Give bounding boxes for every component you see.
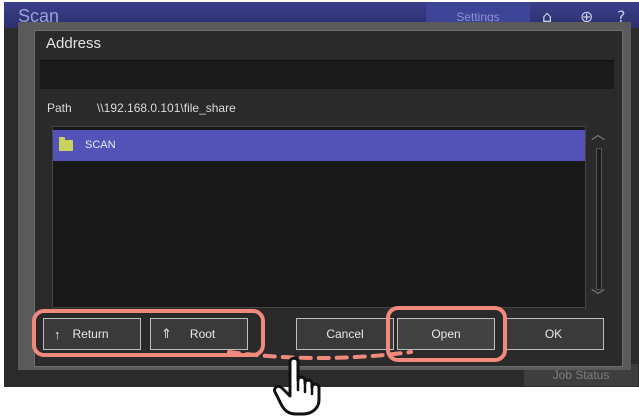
file-list: SCAN xyxy=(52,126,586,308)
cancel-button[interactable]: Cancel xyxy=(296,318,394,350)
address-input[interactable] xyxy=(40,60,614,89)
dialog-title: Address xyxy=(46,35,102,52)
file-name: SCAN xyxy=(85,139,116,151)
scroll-track[interactable] xyxy=(596,148,602,290)
chevron-down-icon[interactable]: ﹀ xyxy=(591,286,605,306)
hand-pointer-icon xyxy=(273,356,321,416)
ok-button[interactable]: OK xyxy=(503,318,604,350)
path-label: Path xyxy=(47,101,72,115)
chevron-up-icon[interactable]: ︿ xyxy=(591,124,605,144)
list-item[interactable]: SCAN xyxy=(53,130,585,161)
path-value: \\192.168.0.101\file_share xyxy=(97,101,236,115)
scrollbar[interactable]: ︿ ﹀ xyxy=(588,126,608,306)
folder-icon xyxy=(59,137,73,151)
